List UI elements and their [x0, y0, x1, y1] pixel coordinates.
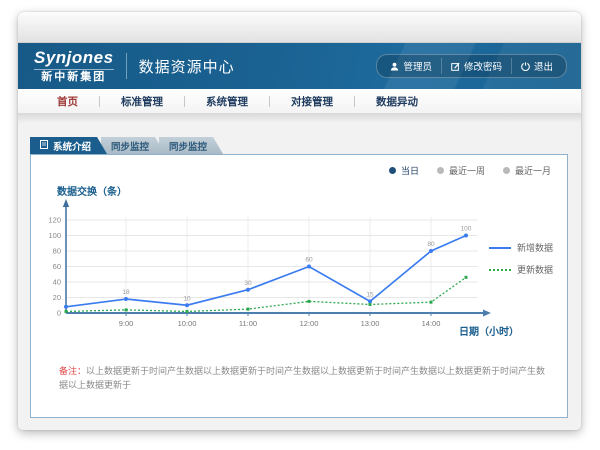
- brand-logo-text: Synjones: [34, 49, 114, 66]
- filter-label: 当日: [401, 164, 419, 177]
- svg-text:10: 10: [183, 295, 191, 302]
- svg-text:11:00: 11:00: [239, 319, 257, 328]
- nav-item-interface-mgmt[interactable]: 对接管理: [270, 94, 354, 109]
- tab-sync-monitor-1[interactable]: 同步监控: [101, 137, 165, 154]
- svg-text:14:00: 14:00: [422, 319, 441, 328]
- svg-text:15: 15: [366, 291, 374, 298]
- logout-label: 退出: [534, 59, 553, 73]
- admin-user-label: 管理员: [403, 59, 432, 73]
- svg-text:100: 100: [48, 231, 61, 240]
- nav-item-system-mgmt[interactable]: 系统管理: [185, 94, 269, 109]
- filter-today[interactable]: 当日: [389, 164, 419, 177]
- nav-item-home[interactable]: 首页: [36, 94, 99, 109]
- svg-text:18: 18: [122, 289, 130, 296]
- filter-label: 最近一周: [449, 164, 485, 177]
- chart-panel: 当日 最近一周 最近一月 数据交换（条） 9:0010:0011:0012:00…: [30, 154, 568, 418]
- edit-icon: [451, 62, 460, 71]
- line-chart: 9:00 10:00 11:00 12:00 13:00 14:00 0 20 40 60 80 10…: [46, 193, 508, 343]
- svg-text:9:00: 9:00: [119, 319, 134, 328]
- power-icon: [521, 62, 530, 71]
- logout-button[interactable]: 退出: [511, 58, 562, 74]
- change-password-button[interactable]: 修改密码: [441, 58, 511, 74]
- tab-bar: 系统介绍 同步监控 同步监控: [30, 137, 223, 154]
- legend-label: 新增数据: [517, 241, 553, 254]
- radio-selected-icon: [389, 167, 396, 174]
- nav-item-standard-mgmt[interactable]: 标准管理: [100, 94, 184, 109]
- svg-text:10:00: 10:00: [178, 319, 197, 328]
- filter-label: 最近一月: [515, 164, 551, 177]
- main-nav: 首页 标准管理 系统管理 对接管理 数据异动: [18, 89, 581, 113]
- tab-label: 同步监控: [111, 139, 149, 153]
- svg-text:0: 0: [57, 309, 61, 318]
- chart-legend: 新增数据 更新数据: [489, 241, 553, 276]
- svg-text:30: 30: [244, 280, 252, 287]
- svg-text:60: 60: [53, 262, 61, 271]
- document-icon: [40, 140, 48, 152]
- footnote-label: 备注：: [59, 366, 86, 376]
- nav-item-data-change[interactable]: 数据异动: [355, 94, 439, 109]
- brand-logo: Synjones 新中新集团: [34, 49, 114, 83]
- app-header: Synjones 新中新集团 数据资源中心 管理员 修改密码: [18, 43, 581, 89]
- window-chrome: [18, 12, 581, 43]
- tab-label: 同步监控: [169, 139, 207, 153]
- user-icon: [390, 62, 399, 71]
- user-menu: 管理员 修改密码 退出: [376, 54, 567, 78]
- svg-text:120: 120: [48, 216, 61, 225]
- legend-label: 更新数据: [517, 263, 553, 276]
- svg-text:80: 80: [427, 241, 435, 248]
- change-password-label: 修改密码: [464, 59, 502, 73]
- filter-last-month[interactable]: 最近一月: [503, 164, 551, 177]
- admin-user-button[interactable]: 管理员: [381, 58, 441, 74]
- content-area: 系统介绍 同步监控 同步监控 当日 最近一周: [18, 123, 581, 430]
- svg-text:100: 100: [461, 226, 472, 233]
- dotted-line-swatch-icon: [489, 267, 511, 273]
- header-divider: [126, 53, 127, 79]
- filter-last-week[interactable]: 最近一周: [437, 164, 485, 177]
- solid-line-swatch-icon: [489, 245, 511, 251]
- tab-label: 系统介绍: [53, 139, 91, 153]
- svg-text:20: 20: [53, 293, 61, 302]
- svg-text:60: 60: [305, 257, 313, 264]
- time-range-filter: 当日 最近一周 最近一月: [389, 164, 551, 177]
- legend-item-new-data[interactable]: 新增数据: [489, 241, 553, 254]
- svg-text:13:00: 13:00: [361, 319, 380, 328]
- brand-logo-subtext: 新中新集团: [34, 69, 114, 83]
- x-axis-title: 日期（小时）: [459, 323, 519, 338]
- radio-icon: [503, 167, 510, 174]
- footnote-text: 以上数据更新于时间产生数据以上数据更新于时间产生数据以上数据更新于时间产生数据以…: [59, 366, 545, 390]
- svg-text:80: 80: [53, 247, 61, 256]
- radio-icon: [437, 167, 444, 174]
- nav-shadow: [18, 113, 581, 123]
- svg-text:12:00: 12:00: [300, 319, 319, 328]
- footnote: 备注：以上数据更新于时间产生数据以上数据更新于时间产生数据以上数据更新于时间产生…: [59, 365, 551, 392]
- page-title: 数据资源中心: [139, 56, 235, 77]
- legend-item-update-data[interactable]: 更新数据: [489, 263, 553, 276]
- tab-system-intro[interactable]: 系统介绍: [30, 137, 107, 154]
- tab-sync-monitor-2[interactable]: 同步监控: [159, 137, 223, 154]
- app-window: Synjones 新中新集团 数据资源中心 管理员 修改密码: [18, 12, 581, 430]
- svg-text:40: 40: [53, 278, 61, 287]
